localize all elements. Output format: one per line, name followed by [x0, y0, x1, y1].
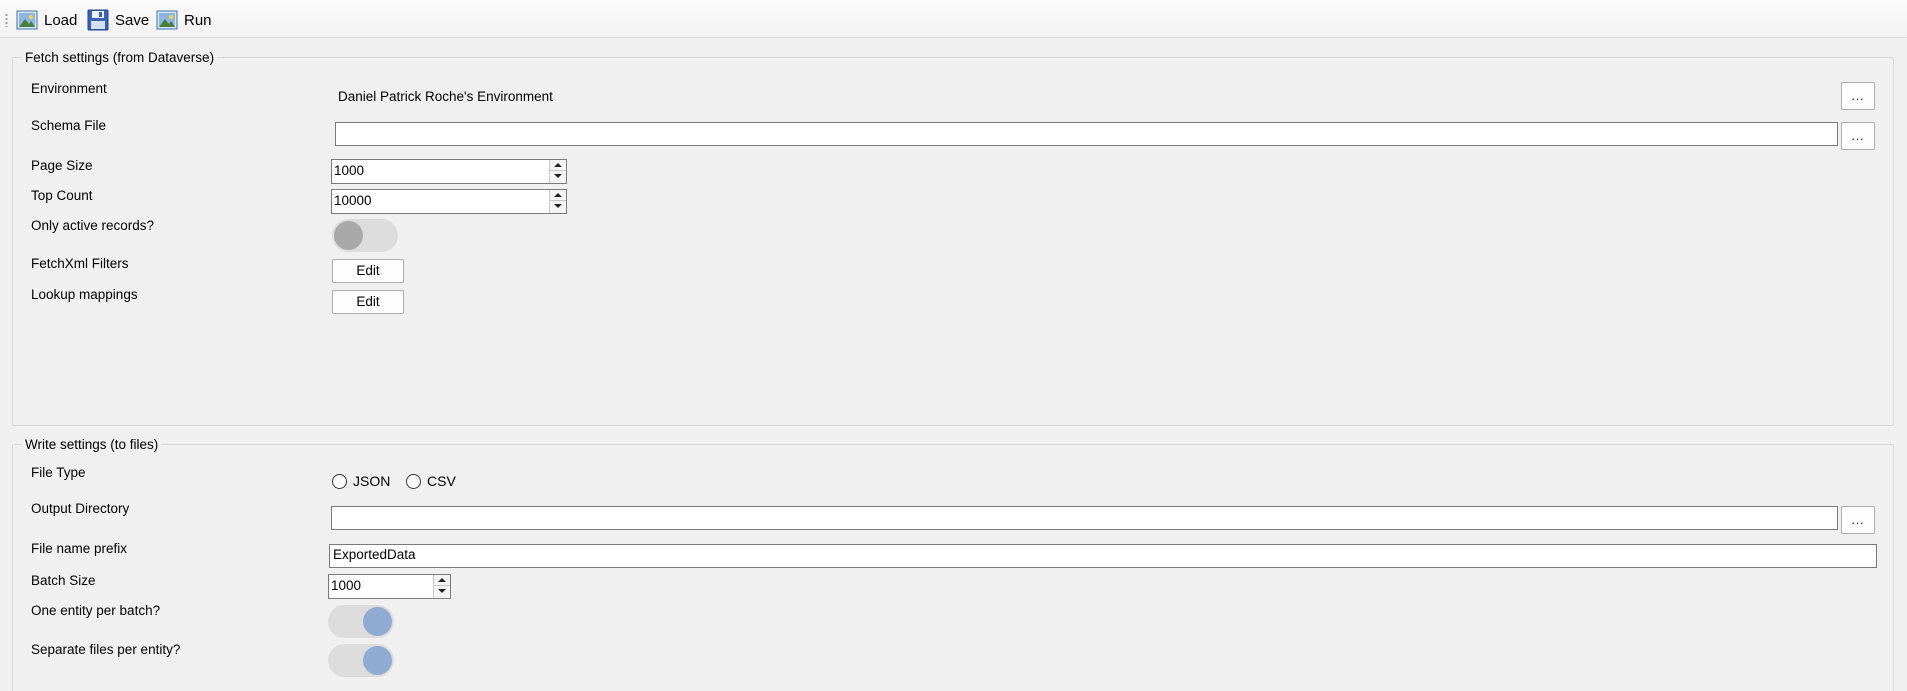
run-button[interactable]: Run [156, 7, 212, 33]
floppy-disk-icon [87, 9, 109, 31]
load-label: Load [44, 11, 78, 29]
batch-size-arrows[interactable] [433, 575, 450, 598]
fetch-settings-group: Fetch settings (from Dataverse) [12, 49, 1894, 426]
one-entity-per-batch-label: One entity per batch? [31, 603, 161, 618]
spin-up-icon[interactable] [550, 160, 566, 171]
radio-circle-icon [406, 473, 421, 489]
top-count-arrows[interactable] [549, 190, 566, 213]
environment-label: Environment [31, 81, 107, 96]
output-directory-browse-label: ... [1851, 513, 1865, 527]
separate-files-label: Separate files per entity? [31, 642, 181, 657]
spin-up-icon[interactable] [434, 575, 450, 586]
schema-file-browse-button[interactable]: ... [1841, 122, 1875, 150]
batch-size-spinner[interactable]: 1000 [328, 574, 451, 599]
file-type-label: File Type [31, 465, 86, 480]
output-directory-input[interactable] [331, 506, 1838, 530]
toggle-knob [334, 221, 363, 250]
top-count-value: 10000 [334, 193, 372, 208]
separate-files-toggle[interactable] [328, 644, 394, 677]
save-button[interactable]: Save [87, 7, 149, 33]
only-active-toggle[interactable] [332, 219, 398, 252]
page-size-value: 1000 [334, 163, 365, 178]
toggle-knob [363, 646, 392, 675]
page-size-arrows[interactable] [549, 160, 566, 183]
file-name-prefix-input[interactable]: ExportedData [329, 544, 1877, 568]
lookup-mappings-label: Lookup mappings [31, 287, 138, 302]
page-size-spinner[interactable]: 1000 [331, 159, 567, 184]
file-type-csv-radio[interactable]: CSV [406, 473, 456, 489]
schema-file-label: Schema File [31, 118, 107, 133]
environment-browse-button[interactable]: ... [1841, 82, 1875, 110]
file-name-prefix-label: File name prefix [31, 541, 128, 556]
save-label: Save [115, 11, 150, 29]
spin-down-icon[interactable] [550, 201, 566, 212]
run-label: Run [184, 11, 212, 29]
schema-file-browse-label: ... [1851, 129, 1865, 143]
radio-circle-icon [332, 473, 347, 489]
file-type-csv-label: CSV [427, 473, 456, 489]
batch-size-value: 1000 [331, 578, 362, 593]
lookup-edit-button[interactable]: Edit [332, 290, 404, 314]
page-size-label: Page Size [31, 158, 93, 173]
toolbar-grip[interactable] [5, 13, 8, 27]
load-button[interactable]: Load [16, 7, 77, 33]
picture-icon [16, 10, 38, 30]
picture-icon [156, 10, 178, 30]
toolbar: Load Save Run [0, 0, 1907, 38]
spin-up-icon[interactable] [550, 190, 566, 201]
fetchxml-filters-label: FetchXml Filters [31, 256, 129, 271]
file-type-json-radio[interactable]: JSON [332, 473, 390, 489]
write-settings-title: Write settings (to files) [22, 436, 162, 453]
schema-file-input[interactable] [335, 122, 1838, 146]
output-directory-label: Output Directory [31, 501, 130, 516]
only-active-label: Only active records? [31, 218, 155, 233]
fetch-settings-title: Fetch settings (from Dataverse) [22, 49, 218, 66]
one-entity-per-batch-toggle[interactable] [328, 605, 394, 638]
toggle-knob [363, 607, 392, 636]
output-directory-browse-button[interactable]: ... [1841, 506, 1875, 534]
top-count-spinner[interactable]: 10000 [331, 189, 567, 214]
top-count-label: Top Count [31, 188, 93, 203]
spin-down-icon[interactable] [550, 171, 566, 182]
file-type-json-label: JSON [353, 473, 391, 489]
batch-size-label: Batch Size [31, 573, 96, 588]
spin-down-icon[interactable] [434, 586, 450, 597]
fetchxml-edit-button[interactable]: Edit [332, 259, 404, 283]
environment-browse-label: ... [1851, 89, 1865, 103]
environment-value: Daniel Patrick Roche's Environment [338, 89, 553, 104]
